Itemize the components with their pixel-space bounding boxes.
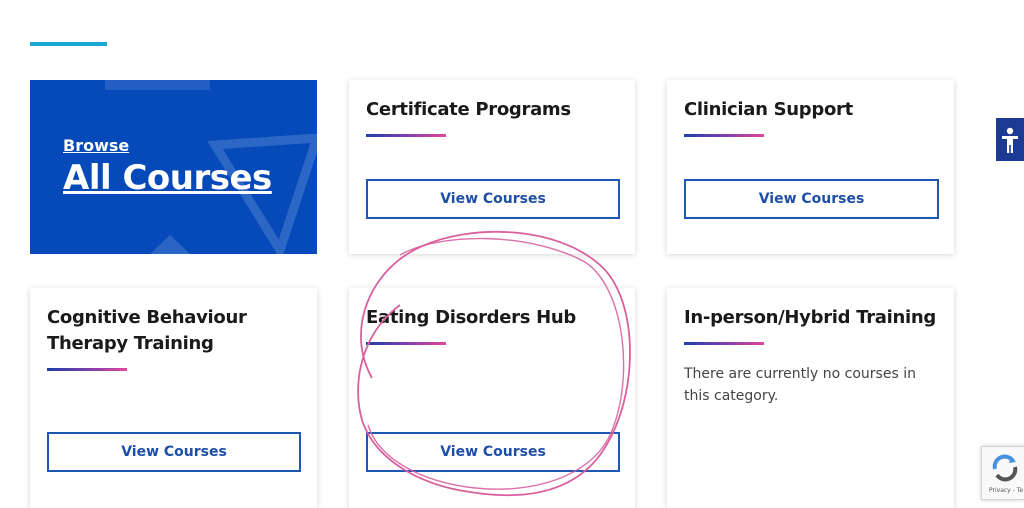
empty-category-message: There are currently no courses in this c…: [684, 366, 916, 404]
browse-link[interactable]: Browse: [63, 136, 129, 155]
category-card-in-person-hybrid-training: In-person/Hybrid Training There are curr…: [667, 288, 954, 508]
title-underline: [47, 368, 127, 371]
category-card-clinician-support: Clinician Support View Courses: [667, 80, 954, 254]
recaptcha-badge[interactable]: Privacy - Te: [981, 446, 1024, 500]
all-courses-link[interactable]: All Courses: [63, 158, 272, 198]
category-card-certificate-programs: Certificate Programs View Courses: [349, 80, 635, 254]
view-courses-button[interactable]: View Courses: [47, 432, 301, 472]
top-accent-line: [30, 42, 107, 46]
view-courses-button[interactable]: View Courses: [366, 432, 620, 472]
title-underline: [366, 134, 446, 137]
browse-all-courses-card[interactable]: Browse All Courses: [30, 80, 317, 254]
title-underline: [684, 134, 764, 137]
category-card-eating-disorders-hub: Eating Disorders Hub View Courses: [349, 288, 635, 508]
card-title: Eating Disorders Hub: [366, 307, 576, 328]
title-underline: [684, 342, 764, 345]
recaptcha-privacy-text: Privacy - Te: [989, 487, 1024, 494]
accessibility-button[interactable]: [996, 118, 1024, 161]
view-courses-button[interactable]: View Courses: [684, 179, 939, 219]
view-courses-button[interactable]: View Courses: [366, 179, 620, 219]
card-title: Cognitive Behaviour Therapy Training: [47, 307, 247, 354]
card-title: Clinician Support: [684, 99, 853, 120]
category-card-cbt-training: Cognitive Behaviour Therapy Training Vie…: [30, 288, 317, 508]
title-underline: [366, 342, 446, 345]
recaptcha-icon: [992, 454, 1018, 482]
accessibility-icon: [1002, 127, 1018, 153]
card-title: In-person/Hybrid Training: [684, 307, 936, 328]
card-title: Certificate Programs: [366, 99, 571, 120]
